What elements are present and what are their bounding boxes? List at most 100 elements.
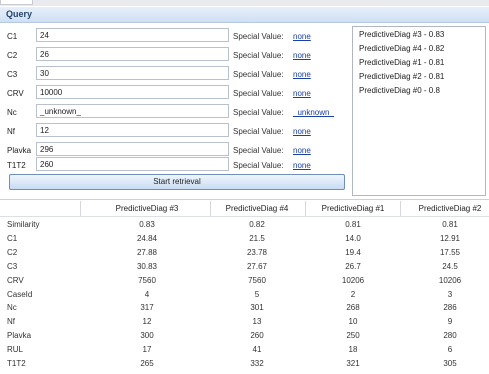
param-input-nc[interactable]: _unknown_ (36, 104, 229, 118)
column-header[interactable]: PredictiveDiag #3 (116, 204, 179, 213)
special-value-link-nc[interactable]: _unknown_ (293, 108, 334, 117)
param-row-c3: C3 30 Special Value: none (0, 64, 350, 84)
param-label: C2 (7, 51, 18, 60)
param-input-t1t2[interactable]: 260 (36, 157, 229, 171)
row-label: C1 (7, 234, 18, 243)
param-label: Nc (7, 108, 17, 117)
special-value-link-crv[interactable]: none (293, 89, 311, 98)
table-cell: 21.5 (249, 234, 265, 243)
table-cell: 321 (346, 359, 360, 368)
column-header[interactable]: PredictiveDiag #4 (226, 204, 289, 213)
column-divider[interactable] (305, 201, 306, 216)
result-item[interactable]: PredictiveDiag #3 - 0.83 (359, 30, 444, 39)
special-value-label: Special Value: (233, 89, 284, 98)
table-cell: 7560 (138, 276, 156, 285)
param-label: Plavka (7, 146, 32, 155)
result-item[interactable]: PredictiveDiag #1 - 0.81 (359, 58, 444, 67)
param-label: C3 (7, 70, 18, 79)
param-row-nf: Nf 12 Special Value: none (0, 121, 350, 141)
row-label: RUL (7, 345, 24, 354)
column-divider[interactable] (80, 201, 81, 216)
row-label: CaseId (7, 290, 33, 299)
table-cell: 10206 (438, 276, 462, 285)
table-cell: 24.5 (442, 262, 458, 271)
param-input-nf[interactable]: 12 (36, 123, 229, 137)
column-divider[interactable] (400, 201, 401, 216)
table-cell: 10206 (341, 276, 365, 285)
table-cell: 30.83 (136, 262, 158, 271)
param-label: Nf (7, 127, 15, 136)
special-value-label: Special Value: (233, 108, 284, 117)
query-section-title: Query (6, 9, 33, 19)
row-label: Plavka (7, 331, 32, 340)
table-cell: 18 (348, 345, 358, 354)
editor-tab[interactable] (0, 0, 33, 5)
special-value-link-c2[interactable]: none (293, 51, 311, 60)
table-cell: 6 (447, 345, 453, 354)
special-value-link-nf[interactable]: none (293, 127, 311, 136)
special-value-link-t1t2[interactable]: none (293, 161, 311, 170)
param-row-t1t2: T1T2 260 Special Value: none (0, 155, 350, 175)
table-cell: 5 (254, 290, 260, 299)
table-cell: 27.67 (246, 262, 268, 271)
table-cell: 305 (443, 359, 457, 368)
table-cell: 300 (140, 331, 154, 340)
param-input-crv[interactable]: 10000 (36, 85, 229, 99)
table-cell: 10 (348, 317, 358, 326)
row-label: C2 (7, 248, 18, 257)
start-retrieval-button[interactable]: Start retrieval (9, 174, 345, 190)
special-value-link-plavka[interactable]: none (293, 146, 311, 155)
table-cell: 19.4 (345, 248, 361, 257)
header-divider (0, 216, 489, 217)
table-cell: 2 (350, 290, 356, 299)
special-value-link-c3[interactable]: none (293, 70, 311, 79)
row-label: Nf (7, 317, 15, 326)
param-label: C1 (7, 32, 18, 41)
result-item[interactable]: PredictiveDiag #4 - 0.82 (359, 44, 444, 53)
table-cell: 17 (142, 345, 152, 354)
table-cell: 286 (443, 303, 457, 312)
special-value-label: Special Value: (233, 70, 284, 79)
column-header[interactable]: PredictiveDiag #2 (419, 204, 482, 213)
special-value-label: Special Value: (233, 127, 284, 136)
table-cell: 12 (142, 317, 152, 326)
result-item[interactable]: PredictiveDiag #0 - 0.8 (359, 86, 440, 95)
special-value-label: Special Value: (233, 32, 284, 41)
param-input-plavka[interactable]: 296 (36, 142, 229, 156)
column-divider[interactable] (210, 201, 211, 216)
table-cell: 7560 (248, 276, 266, 285)
table-cell: 265 (140, 359, 154, 368)
window-top-strip (0, 0, 489, 6)
param-input-c2[interactable]: 26 (36, 47, 229, 61)
table-cell: 0.83 (139, 220, 155, 229)
table-cell: 260 (250, 331, 264, 340)
table-cell: 280 (443, 331, 457, 340)
special-value-label: Special Value: (233, 51, 284, 60)
table-cell: 0.81 (345, 220, 361, 229)
table-cell: 4 (144, 290, 150, 299)
column-header[interactable]: PredictiveDiag #1 (322, 204, 385, 213)
query-section-header[interactable]: Query (0, 7, 489, 23)
table-cell: 332 (250, 359, 264, 368)
param-row-crv: CRV 10000 Special Value: none (0, 83, 350, 103)
param-row-nc: Nc _unknown_ Special Value: _unknown_ (0, 102, 350, 122)
special-value-link-c1[interactable]: none (293, 32, 311, 41)
table-cell: 9 (447, 317, 453, 326)
param-label: T1T2 (7, 161, 26, 170)
table-cell: 24.84 (136, 234, 158, 243)
special-value-label: Special Value: (233, 161, 284, 170)
divider (0, 199, 489, 200)
row-label: CRV (7, 276, 24, 285)
table-cell: 27.88 (136, 248, 158, 257)
param-input-c3[interactable]: 30 (36, 66, 229, 80)
result-item[interactable]: PredictiveDiag #2 - 0.81 (359, 72, 444, 81)
special-value-label: Special Value: (233, 146, 284, 155)
retrieval-results-list[interactable]: PredictiveDiag #3 - 0.83 PredictiveDiag … (352, 26, 486, 196)
param-row-c1: C1 24 Special Value: none (0, 26, 350, 46)
param-input-c1[interactable]: 24 (36, 28, 229, 42)
row-label: Similarity (7, 220, 40, 229)
table-cell: 41 (252, 345, 262, 354)
table-cell: 26.7 (345, 262, 361, 271)
table-cell: 13 (252, 317, 262, 326)
table-cell: 0.81 (442, 220, 458, 229)
